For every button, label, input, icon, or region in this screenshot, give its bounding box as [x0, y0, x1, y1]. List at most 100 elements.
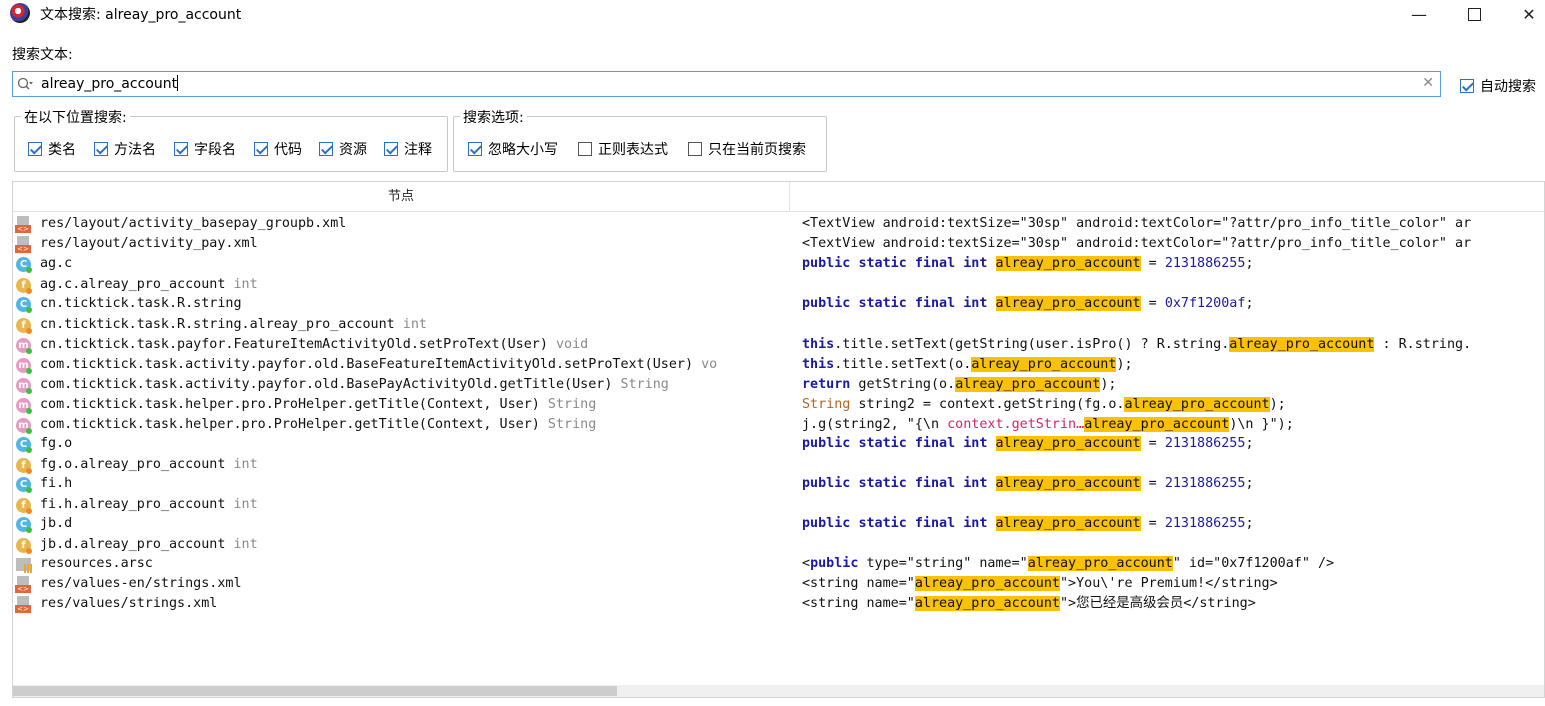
maximize-button[interactable]: [1451, 0, 1497, 28]
table-row[interactable]: m com.ticktick.task.helper.pro.ProHelper.…: [13, 395, 1544, 415]
node-cell[interactable]: <> res/layout/activity_basepay_groupb.xml: [15, 214, 789, 234]
checkbox-checked-icon[interactable]: [28, 142, 42, 156]
node-cell[interactable]: resources.arsc: [15, 554, 789, 574]
column-header-node[interactable]: 节点: [13, 182, 790, 212]
node-cell[interactable]: Cfg.o: [15, 434, 789, 454]
checkbox-checked-icon[interactable]: [1460, 79, 1474, 93]
scrollbar-thumb[interactable]: [13, 686, 617, 696]
minimize-button[interactable]: —: [1396, 0, 1442, 28]
node-cell[interactable]: <> res/values/strings.xml: [15, 594, 789, 614]
node-name: jb.d: [40, 516, 73, 531]
node-cell[interactable]: Cfi.h: [15, 474, 789, 494]
node-name: ag.c: [40, 256, 73, 271]
node-cell[interactable]: m com.ticktick.task.activity.payfor.old.B…: [15, 375, 789, 395]
table-row[interactable]: Cfi.h public static final int alreay_pro_…: [13, 474, 1544, 494]
search-location-group: 在以下位置搜索: 类名 方法名 字段名 代码 资源 注释: [14, 107, 448, 172]
option-code[interactable]: 代码: [254, 139, 302, 159]
table-row[interactable]: <> res/values-en/strings.xml <string name=…: [13, 574, 1544, 594]
field-icon: f: [15, 317, 33, 335]
option-label: 类名: [48, 142, 76, 158]
node-cell[interactable]: m com.ticktick.task.helper.pro.ProHelper.…: [15, 395, 789, 415]
table-row[interactable]: f fg.o.alreay_pro_account int: [13, 455, 1544, 475]
node-name: jb.d.alreay_pro_account int: [40, 537, 258, 552]
option-class-name[interactable]: 类名: [28, 139, 76, 159]
checkbox-checked-icon[interactable]: [319, 142, 333, 156]
checkbox-unchecked-icon[interactable]: [688, 142, 702, 156]
window-title: 文本搜索: alreay_pro_account: [40, 7, 242, 23]
horizontal-scrollbar[interactable]: [13, 685, 1544, 697]
code-cell: this.title.setText(o.alreay_pro_account)…: [802, 357, 1133, 372]
node-cell[interactable]: m com.ticktick.task.activity.payfor.old.B…: [15, 355, 789, 375]
option-field-name[interactable]: 字段名: [174, 139, 236, 159]
table-row[interactable]: <> res/values/strings.xml <string name="al…: [13, 594, 1544, 614]
results-table[interactable]: 节点 <> res/layout/activity_basepay_groupb.…: [12, 181, 1545, 698]
node-cell[interactable]: f jb.d.alreay_pro_account int: [15, 535, 789, 555]
table-row[interactable]: m com.ticktick.task.helper.pro.ProHelper.…: [13, 415, 1544, 435]
search-options-title: 搜索选项:: [460, 107, 527, 127]
node-type: int: [233, 457, 258, 472]
table-row[interactable]: <> res/layout/activity_pay.xml <TextView a…: [13, 234, 1544, 254]
node-cell[interactable]: f fg.o.alreay_pro_account int: [15, 455, 789, 475]
checkbox-checked-icon[interactable]: [254, 142, 268, 156]
node-cell[interactable]: f fi.h.alreay_pro_account int: [15, 495, 789, 515]
method-icon: m: [15, 337, 33, 355]
search-icon[interactable]: [17, 77, 33, 91]
close-button[interactable]: ✕: [1506, 0, 1545, 28]
table-row[interactable]: f fi.h.alreay_pro_account int: [13, 495, 1544, 515]
option-label: 正则表达式: [598, 142, 668, 158]
node-cell[interactable]: m cn.ticktick.task.payfor.FeatureItemActi…: [15, 335, 789, 355]
xml-file-icon: <>: [15, 236, 33, 254]
table-row[interactable]: m cn.ticktick.task.payfor.FeatureItemActi…: [13, 335, 1544, 355]
table-row[interactable]: <> res/layout/activity_basepay_groupb.xml…: [13, 214, 1544, 234]
code-cell: public static final int alreay_pro_accou…: [802, 476, 1254, 491]
node-cell[interactable]: <> res/layout/activity_pay.xml: [15, 234, 789, 254]
code-cell: public static final int alreay_pro_accou…: [802, 296, 1254, 311]
node-type: int: [233, 277, 258, 292]
table-row[interactable]: Ccn.ticktick.task.R.string public static …: [13, 294, 1544, 314]
node-cell[interactable]: <> res/values-en/strings.xml: [15, 574, 789, 594]
node-name: res/values/strings.xml: [40, 596, 218, 611]
checkbox-checked-icon[interactable]: [94, 142, 108, 156]
table-row[interactable]: f jb.d.alreay_pro_account int: [13, 535, 1544, 555]
checkbox-checked-icon[interactable]: [468, 142, 482, 156]
class-icon: C: [15, 296, 33, 314]
node-name: cn.ticktick.task.R.string: [40, 296, 242, 311]
field-icon: f: [15, 277, 33, 295]
option-regex[interactable]: 正则表达式: [578, 139, 668, 159]
node-cell[interactable]: m com.ticktick.task.helper.pro.ProHelper.…: [15, 415, 789, 435]
auto-search-checkbox[interactable]: 自动搜索: [1460, 76, 1536, 96]
code-cell: public static final int alreay_pro_accou…: [802, 516, 1254, 531]
maximize-icon: [1467, 7, 1481, 21]
search-location-title: 在以下位置搜索:: [21, 107, 130, 127]
node-cell[interactable]: f ag.c.alreay_pro_account int: [15, 275, 789, 295]
node-name: fg.o.alreay_pro_account int: [40, 457, 258, 472]
table-row[interactable]: f cn.ticktick.task.R.string.alreay_pro_ac…: [13, 315, 1544, 335]
table-row[interactable]: m com.ticktick.task.activity.payfor.old.B…: [13, 375, 1544, 395]
code-cell: String string2 = context.getString(fg.o.…: [802, 397, 1286, 412]
table-row[interactable]: Cag.c public static final int alreay_pro_…: [13, 254, 1544, 274]
table-row[interactable]: f ag.c.alreay_pro_account int: [13, 275, 1544, 295]
node-cell[interactable]: Ccn.ticktick.task.R.string: [15, 294, 789, 314]
node-type: int: [233, 497, 258, 512]
table-row[interactable]: m com.ticktick.task.activity.payfor.old.B…: [13, 355, 1544, 375]
checkbox-unchecked-icon[interactable]: [578, 142, 592, 156]
column-header-code[interactable]: [790, 182, 1544, 212]
option-method-name[interactable]: 方法名: [94, 139, 156, 159]
table-row[interactable]: resources.arsc <public type="string" name…: [13, 554, 1544, 574]
node-cell[interactable]: f cn.ticktick.task.R.string.alreay_pro_ac…: [15, 315, 789, 335]
table-row[interactable]: Cjb.d public static final int alreay_pro_…: [13, 514, 1544, 534]
checkbox-checked-icon[interactable]: [174, 142, 188, 156]
code-cell: this.title.setText(getString(user.isPro(…: [802, 337, 1472, 352]
option-resources[interactable]: 资源: [319, 139, 367, 159]
code-cell: <string name="alreay_pro_account">您已经是高级…: [802, 596, 1256, 611]
option-ignore-case[interactable]: 忽略大小写: [468, 139, 558, 159]
node-cell[interactable]: Cag.c: [15, 254, 789, 274]
field-icon: f: [15, 537, 33, 555]
table-row[interactable]: Cfg.o public static final int alreay_pro_…: [13, 434, 1544, 454]
option-current-page-only[interactable]: 只在当前页搜索: [688, 139, 806, 159]
clear-search-icon[interactable]: ✕: [1422, 75, 1434, 91]
checkbox-checked-icon[interactable]: [384, 142, 398, 156]
node-cell[interactable]: Cjb.d: [15, 514, 789, 534]
search-input[interactable]: alreay_pro_account ✕: [12, 71, 1441, 97]
option-comments[interactable]: 注释: [384, 139, 432, 159]
